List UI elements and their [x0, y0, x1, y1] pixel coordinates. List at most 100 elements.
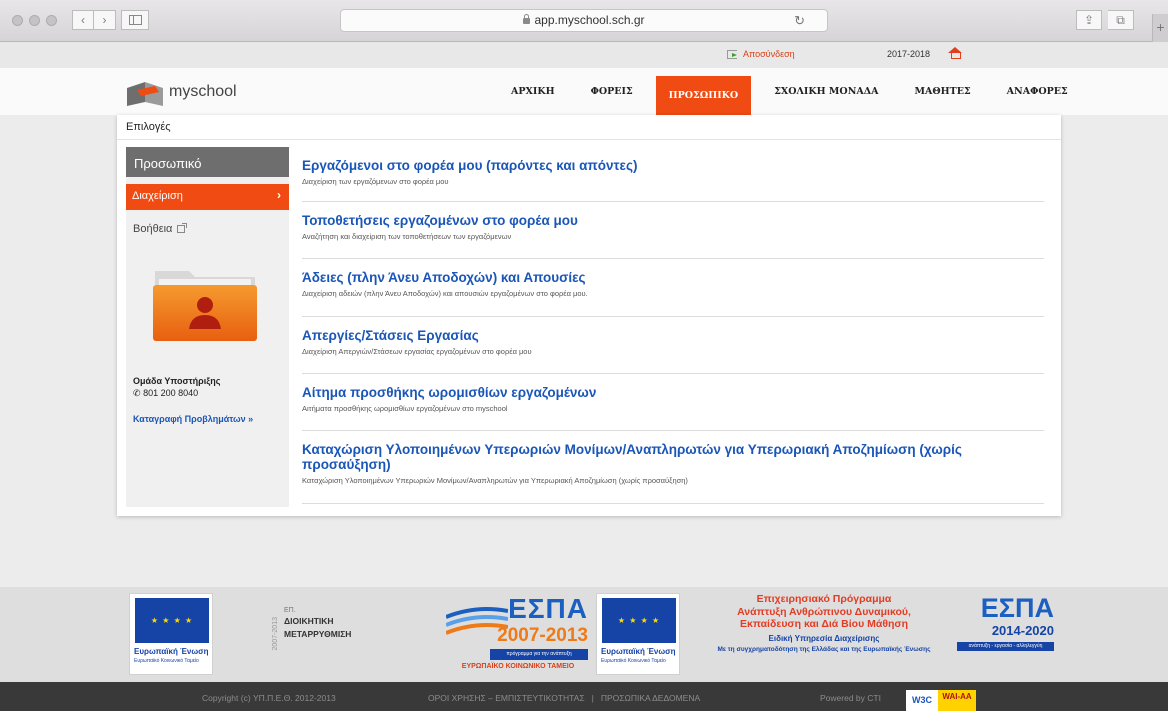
entry-description: Διαχείριση Απεργιών/Στάσεων εργασίας εργ… — [302, 347, 532, 356]
entry-description: Διαχείριση των εργαζόμενων στο φορέα μου — [302, 177, 449, 186]
user-strip: Αποσύνδεση 2017-2018 — [0, 42, 1168, 68]
content-panel: Επιλογές Προσωπικό Διαχείριση › Βοήθεια — [117, 115, 1061, 516]
forward-icon: › — [102, 13, 107, 27]
privacy-link[interactable]: ΠΡΟΣΩΠΙΚΑ ΔΕΔΟΜΕΝΑ — [601, 693, 700, 703]
entry-description: Καταχώριση Υλοποιημένων Υπερωριών Μονίμω… — [302, 476, 688, 485]
wai-aa-label: WAI-AA — [938, 690, 976, 711]
operational-program-logo: Επιχειρησιακό Πρόγραμμα Ανάπτυξη Ανθρώπι… — [699, 593, 949, 653]
espa-program-bar: πρόγραμμα για την ανάπτυξη — [490, 649, 588, 660]
espa2-slogan-bar: ανάπτυξη - εργασία - αλληλεγγύη — [957, 642, 1054, 651]
eu-fund-label: Ευρωπαϊκό Κοινωνικό Ταμείο — [601, 658, 666, 664]
nav-school-unit[interactable]: ΣΧΟΛΙΚΗ ΜΟΝΑΔΑ — [761, 77, 891, 107]
entry-title-link[interactable]: Αίτημα προσθήκης ωρομισθίων εργαζομένων — [302, 385, 1044, 400]
espa-2007-logo: ΕΣΠΑ 2007-2013 πρόγραμμα για την ανάπτυξ… — [446, 593, 590, 675]
tabs-overview-button[interactable]: ⧉ — [1108, 10, 1134, 30]
myschool-logo[interactable]: myschool — [125, 80, 237, 106]
zoom-window-button[interactable] — [46, 15, 57, 26]
espa-fund-label: ΕΥΡΩΠΑΪΚΟ ΚΟΙΝΩΝΙΚΟ ΤΑΜΕΙΟ — [461, 663, 575, 670]
entry-description: Αιτήματα προσθήκης ωρομισθίων εργαζομένω… — [302, 404, 508, 413]
share-button[interactable]: ⇪ — [1076, 10, 1102, 30]
w3c-wai-badge[interactable]: W3C WAI-AA — [906, 690, 976, 711]
logo-text: myschool — [169, 83, 237, 100]
op-management-label: Ειδική Υπηρεσία Διαχείρισης — [768, 633, 880, 643]
list-item: Εργαζόμενοι στο φορέα μου (παρόντες και … — [302, 147, 1044, 202]
entry-title-link[interactable]: Εργαζόμενοι στο φορέα μου (παρόντες και … — [302, 158, 1044, 173]
support-team-title: Ομάδα Υποστήριξης — [133, 376, 221, 386]
eu-stars-icon: ★ ★ ★ ★ — [135, 598, 209, 643]
address-bar[interactable]: app.myschool.sch.gr ↻ — [340, 9, 828, 32]
logout-link[interactable]: Αποσύνδεση — [727, 49, 795, 59]
admin-reform-logo: 2007-2013 ΕΠ. ΔΙΟΙΚΗΤΙΚΗ ΜΕΤΑΡΡΥΘΜΙΣΗ — [264, 603, 409, 663]
site-footer: Copyright (c) ΥΠ.Π.Ε.Θ. 2012-2013 ΟΡΟΙ Χ… — [0, 682, 1168, 711]
reload-icon[interactable]: ↻ — [794, 10, 805, 31]
eu-label: Ευρωπαϊκή Ένωση — [601, 647, 676, 656]
side-menu-item-label: Διαχείριση — [132, 190, 183, 202]
powered-by-link[interactable]: Powered by CTI — [820, 693, 881, 703]
url-text: app.myschool.sch.gr — [534, 13, 645, 27]
support-phone: ✆ 801 200 8040 — [133, 387, 220, 399]
list-item: Αίτημα προσθήκης ωρομισθίων εργαζομένων … — [302, 374, 1044, 431]
footer-links: ΟΡΟΙ ΧΡΗΣΗΣ – ΕΜΠΙΣΤΕΥΤΙΚΟΤΗΤΑΣ | ΠΡΟΣΩΠΙΚ… — [428, 693, 700, 703]
copyright-text: Copyright (c) ΥΠ.Π.Ε.Θ. 2012-2013 — [202, 693, 336, 703]
funding-logos-band: ★ ★ ★ ★ Ευρωπαϊκή Ένωση Ευρωπαϊκό Κοινων… — [0, 587, 1168, 682]
close-window-button[interactable] — [12, 15, 23, 26]
history-buttons: ‹ › — [72, 10, 116, 30]
school-year-selector[interactable]: 2017-2018 — [887, 49, 930, 59]
nav-home[interactable]: ΑΡΧΙΚΗ — [498, 77, 568, 107]
back-button[interactable]: ‹ — [72, 10, 94, 30]
window-controls — [12, 15, 57, 26]
logout-label: Αποσύνδεση — [743, 49, 795, 59]
admin-reform-years: 2007-2013 — [272, 617, 279, 651]
espa2-years: 2014-2020 — [991, 623, 1054, 638]
side-menu-item-management[interactable]: Διαχείριση › — [126, 184, 289, 210]
op-title-line3: Εκπαίδευση και Διά Βίου Μάθηση — [739, 618, 909, 630]
options-list: Εργαζόμενοι στο φορέα μου (παρόντες και … — [302, 147, 1044, 504]
entry-title-link[interactable]: Απεργίες/Στάσεις Εργασίας — [302, 328, 1044, 343]
footer-separator: | — [591, 693, 594, 703]
back-icon: ‹ — [81, 13, 85, 27]
forward-button[interactable]: › — [94, 10, 116, 30]
browser-toolbar: ‹ › app.myschool.sch.gr ↻ ⇪ ⧉ + — [0, 0, 1168, 42]
nav-students[interactable]: ΜΑΘΗΤΕΣ — [902, 77, 984, 107]
list-item: Άδειες (πλην Άνευ Αποδοχών) και Απουσίες… — [302, 259, 1044, 317]
list-item: Τοποθετήσεις εργαζομένων στο φορέα μου Α… — [302, 202, 1044, 259]
entry-title-link[interactable]: Άδειες (πλην Άνευ Αποδοχών) και Απουσίες — [302, 270, 1044, 285]
admin-reform-line2: ΜΕΤΑΡΡΥΘΜΙΣΗ — [284, 629, 352, 639]
espa-years: 2007-2013 — [497, 625, 588, 646]
minimize-window-button[interactable] — [29, 15, 40, 26]
staff-folder-icon — [153, 271, 257, 341]
eu-label: Ευρωπαϊκή Ένωση — [134, 647, 209, 656]
admin-reform-line1: ΔΙΟΙΚΗΤΙΚΗ — [284, 616, 334, 626]
report-problems-link[interactable]: Καταγραφή Προβλημάτων » — [133, 414, 253, 424]
side-menu-item-help[interactable]: Βοήθεια — [126, 210, 289, 238]
funding-logos: ★ ★ ★ ★ Ευρωπαϊκή Ένωση Ευρωπαϊκό Κοινων… — [124, 593, 1054, 675]
logo-mark-icon — [127, 82, 163, 106]
external-link-icon — [177, 222, 188, 233]
side-menu-header: Προσωπικό — [126, 147, 289, 177]
w3c-label: W3C — [912, 695, 932, 705]
entry-title-link[interactable]: Καταχώριση Υλοποιημένων Υπερωριών Μονίμω… — [302, 442, 1044, 472]
op-cofund-label: Με τη συγχρηματοδότηση της Ελλάδας και τ… — [717, 645, 931, 653]
op-title-line2: Ανάπτυξη Ανθρώπινου Δυναμικού, — [737, 605, 911, 618]
nav-reports[interactable]: ΑΝΑΦΟΡΕΣ — [994, 77, 1081, 107]
home-icon[interactable] — [948, 47, 962, 59]
nav-staff[interactable]: ΠΡΟΣΩΠΙΚΟ — [655, 75, 752, 122]
terms-link[interactable]: ΟΡΟΙ ΧΡΗΣΗΣ – ΕΜΠΙΣΤΕΥΤΙΚΟΤΗΤΑΣ — [428, 693, 585, 703]
share-icon: ⇪ — [1083, 13, 1095, 27]
new-tab-button[interactable]: + — [1152, 14, 1168, 42]
site-header: myschool ΑΡΧΙΚΗ ΦΟΡΕΙΣ ΠΡΟΣΩΠΙΚΟ ΣΧΟΛΙΚΗ… — [0, 68, 1168, 122]
nav-organizations[interactable]: ΦΟΡΕΙΣ — [578, 77, 646, 107]
entry-title-link[interactable]: Τοποθετήσεις εργαζομένων στο φορέα μου — [302, 213, 1044, 228]
options-title: Επιλογές — [126, 121, 171, 133]
main-nav: ΑΡΧΙΚΗ ΦΟΡΕΙΣ ΠΡΟΣΩΠΙΚΟ ΣΧΟΛΙΚΗ ΜΟΝΑΔΑ Μ… — [498, 68, 1091, 122]
eu-flag-logo: ★ ★ ★ ★ Ευρωπαϊκή Ένωση Ευρωπαϊκό Κοινων… — [129, 593, 213, 675]
options-divider — [117, 139, 1061, 140]
side-menu-help-label: Βοήθεια — [133, 222, 173, 235]
eu-flag-logo-2: ★ ★ ★ ★ Ευρωπαϊκή Ένωση Ευρωπαϊκό Κοινων… — [596, 593, 680, 675]
list-item: Απεργίες/Στάσεις Εργασίας Διαχείριση Απε… — [302, 317, 1044, 374]
entry-description: Αναζήτηση και διαχείριση των τοποθετήσεω… — [302, 232, 512, 241]
lock-icon — [523, 14, 531, 24]
toolbar-right: ⇪ ⧉ — [1076, 10, 1134, 30]
espa-word: ΕΣΠΑ — [508, 593, 588, 624]
sidebar-toggle-button[interactable] — [121, 10, 149, 30]
